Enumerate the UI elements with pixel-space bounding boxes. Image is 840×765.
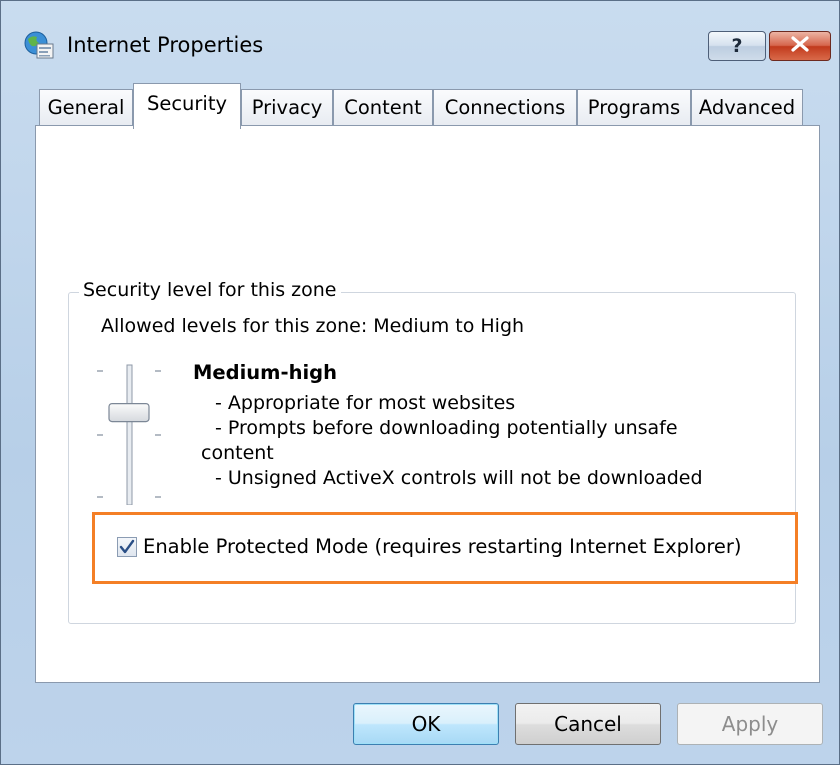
close-button[interactable] <box>769 31 831 61</box>
tab-connections[interactable]: Connections <box>433 89 577 127</box>
tab-advanced-label: Advanced <box>698 96 796 119</box>
level-desc-line: - Appropriate for most websites <box>215 392 516 414</box>
tab-content[interactable]: Content <box>333 89 433 127</box>
tab-programs[interactable]: Programs <box>577 89 691 127</box>
internet-globe-icon <box>23 30 55 60</box>
cancel-button-label: Cancel <box>554 712 622 736</box>
ok-button-label: OK <box>411 712 441 736</box>
security-level-name: Medium-high <box>193 361 337 384</box>
internet-properties-window: Internet Properties ? General Security P… <box>0 0 840 765</box>
tab-strip: General Security Privacy Content Connect… <box>37 83 817 129</box>
close-icon <box>789 36 811 56</box>
slider-thumb[interactable] <box>108 402 150 423</box>
level-desc-line: - Unsigned ActiveX controls will not be … <box>215 467 703 489</box>
protected-mode-highlight: Enable Protected Mode (requires restarti… <box>92 512 798 584</box>
security-tab-panel: Security level for this zone Allowed lev… <box>35 125 820 683</box>
tab-general-label: General <box>47 96 125 119</box>
checkmark-icon <box>119 539 135 553</box>
protected-mode-checkbox[interactable] <box>117 536 137 557</box>
help-button[interactable]: ? <box>708 31 766 61</box>
window-title: Internet Properties <box>67 33 264 57</box>
security-level-slider[interactable] <box>95 363 167 506</box>
apply-button-label: Apply <box>721 712 779 736</box>
security-level-description: - Appropriate for most websites - Prompt… <box>201 391 735 491</box>
tab-programs-label: Programs <box>587 96 681 119</box>
tab-privacy[interactable]: Privacy <box>241 89 333 127</box>
tab-connections-label: Connections <box>444 96 566 119</box>
allowed-levels-text: Allowed levels for this zone: Medium to … <box>101 315 525 337</box>
tab-general[interactable]: General <box>39 89 133 127</box>
ok-button[interactable]: OK <box>353 703 499 745</box>
protected-mode-label: Enable Protected Mode (requires restarti… <box>143 535 742 558</box>
level-desc-line: content <box>201 442 274 464</box>
protected-mode-row[interactable]: Enable Protected Mode (requires restarti… <box>117 535 742 558</box>
apply-button[interactable]: Apply <box>677 703 823 745</box>
title-bar[interactable]: Internet Properties ? <box>1 1 839 71</box>
tab-security[interactable]: Security <box>133 83 241 129</box>
cancel-button[interactable]: Cancel <box>515 703 661 745</box>
help-icon: ? <box>731 35 743 57</box>
security-level-group-title: Security level for this zone <box>79 279 341 301</box>
tab-advanced[interactable]: Advanced <box>691 89 803 127</box>
tab-content-label: Content <box>344 96 422 119</box>
level-desc-line: - Prompts before downloading potentially… <box>215 417 678 439</box>
tab-privacy-label: Privacy <box>251 96 323 119</box>
tab-security-label: Security <box>146 92 228 115</box>
